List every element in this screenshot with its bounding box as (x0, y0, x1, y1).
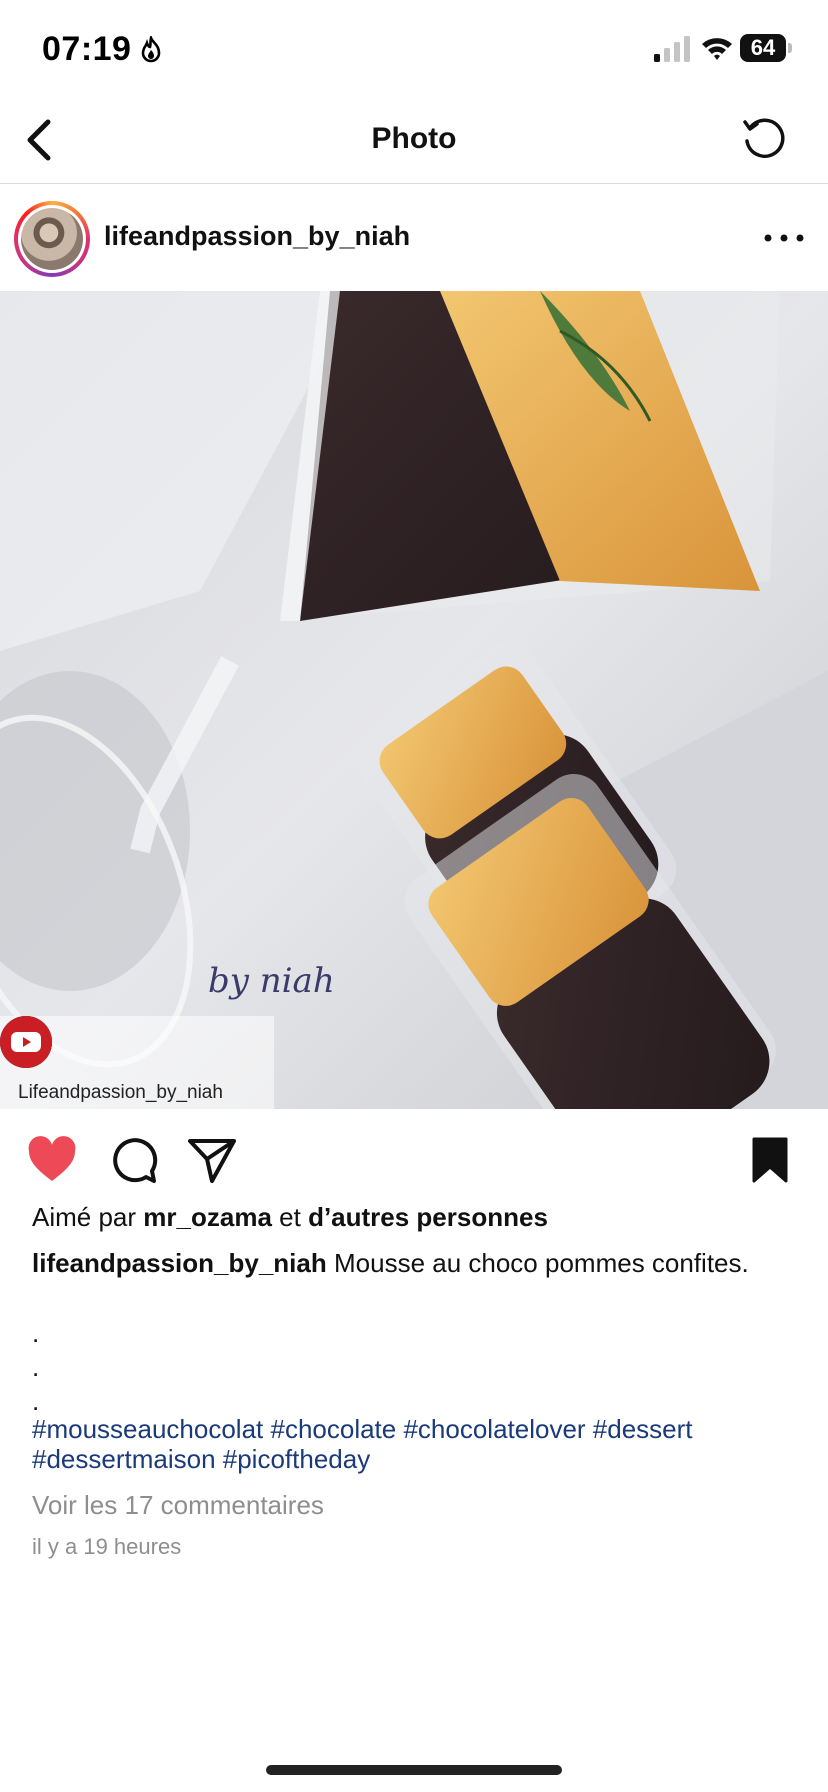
post-photo[interactable]: by niah Lifeandpassion_by_niah (0, 291, 828, 1109)
battery-icon: 64 (740, 34, 792, 62)
watermark-text: by niah (208, 961, 335, 1001)
share-icon[interactable] (186, 1135, 238, 1185)
comment-icon[interactable] (108, 1135, 160, 1185)
caption-dot: . (32, 1386, 40, 1416)
avatar-border (18, 205, 86, 273)
social-handle: Lifeandpassion_by_niah (18, 1082, 223, 1103)
post-actions (0, 1109, 828, 1207)
avatar-image (21, 208, 83, 270)
post-caption: lifeandpassion_by_niah Mousse au choco p… (32, 1248, 792, 1278)
social-strip: Lifeandpassion_by_niah (0, 1016, 274, 1109)
caption-username[interactable]: lifeandpassion_by_niah (32, 1248, 327, 1278)
page-title: Photo (371, 122, 457, 155)
caption-dot: . (32, 1352, 40, 1382)
battery-level: 64 (750, 35, 776, 60)
status-bar: 07:19 64 (0, 0, 828, 100)
heart-icon[interactable] (26, 1135, 78, 1185)
likes-others[interactable]: d’autres personnes (308, 1202, 548, 1232)
post-timestamp: il y a 19 heures (32, 1534, 182, 1559)
dessert-illustration (0, 291, 828, 1109)
home-indicator[interactable] (266, 1765, 562, 1775)
refresh-icon[interactable] (740, 114, 790, 164)
bookmark-icon[interactable] (746, 1135, 794, 1185)
more-options-icon[interactable] (762, 231, 806, 245)
likes-prefix: Aimé par (32, 1202, 137, 1232)
wifi-icon (702, 38, 732, 60)
caption-dot: . (32, 1318, 40, 1348)
status-time: 07:19 (42, 30, 132, 68)
post-username[interactable]: lifeandpassion_by_niah (104, 221, 410, 252)
likes-connector: et (279, 1202, 301, 1232)
battery-tip (788, 43, 792, 53)
youtube-icon (0, 1016, 52, 1068)
caption-hashtags[interactable]: #mousseauchocolat #chocolate #chocolatel… (32, 1414, 812, 1474)
caption-text: Mousse au choco pommes confites. (333, 1248, 749, 1278)
nav-bar: Photo (0, 100, 828, 184)
likes-user[interactable]: mr_ozama (143, 1202, 272, 1232)
avatar[interactable] (14, 201, 90, 277)
likes-summary[interactable]: Aimé par mr_ozama et d’autres personnes (32, 1202, 548, 1233)
view-comments-link[interactable]: Voir les 17 commentaires (32, 1490, 324, 1521)
flame-icon (141, 36, 161, 63)
post-header: lifeandpassion_by_niah (0, 185, 828, 291)
photo-watermark: by niah (208, 961, 335, 1001)
signal-icon (654, 36, 690, 62)
